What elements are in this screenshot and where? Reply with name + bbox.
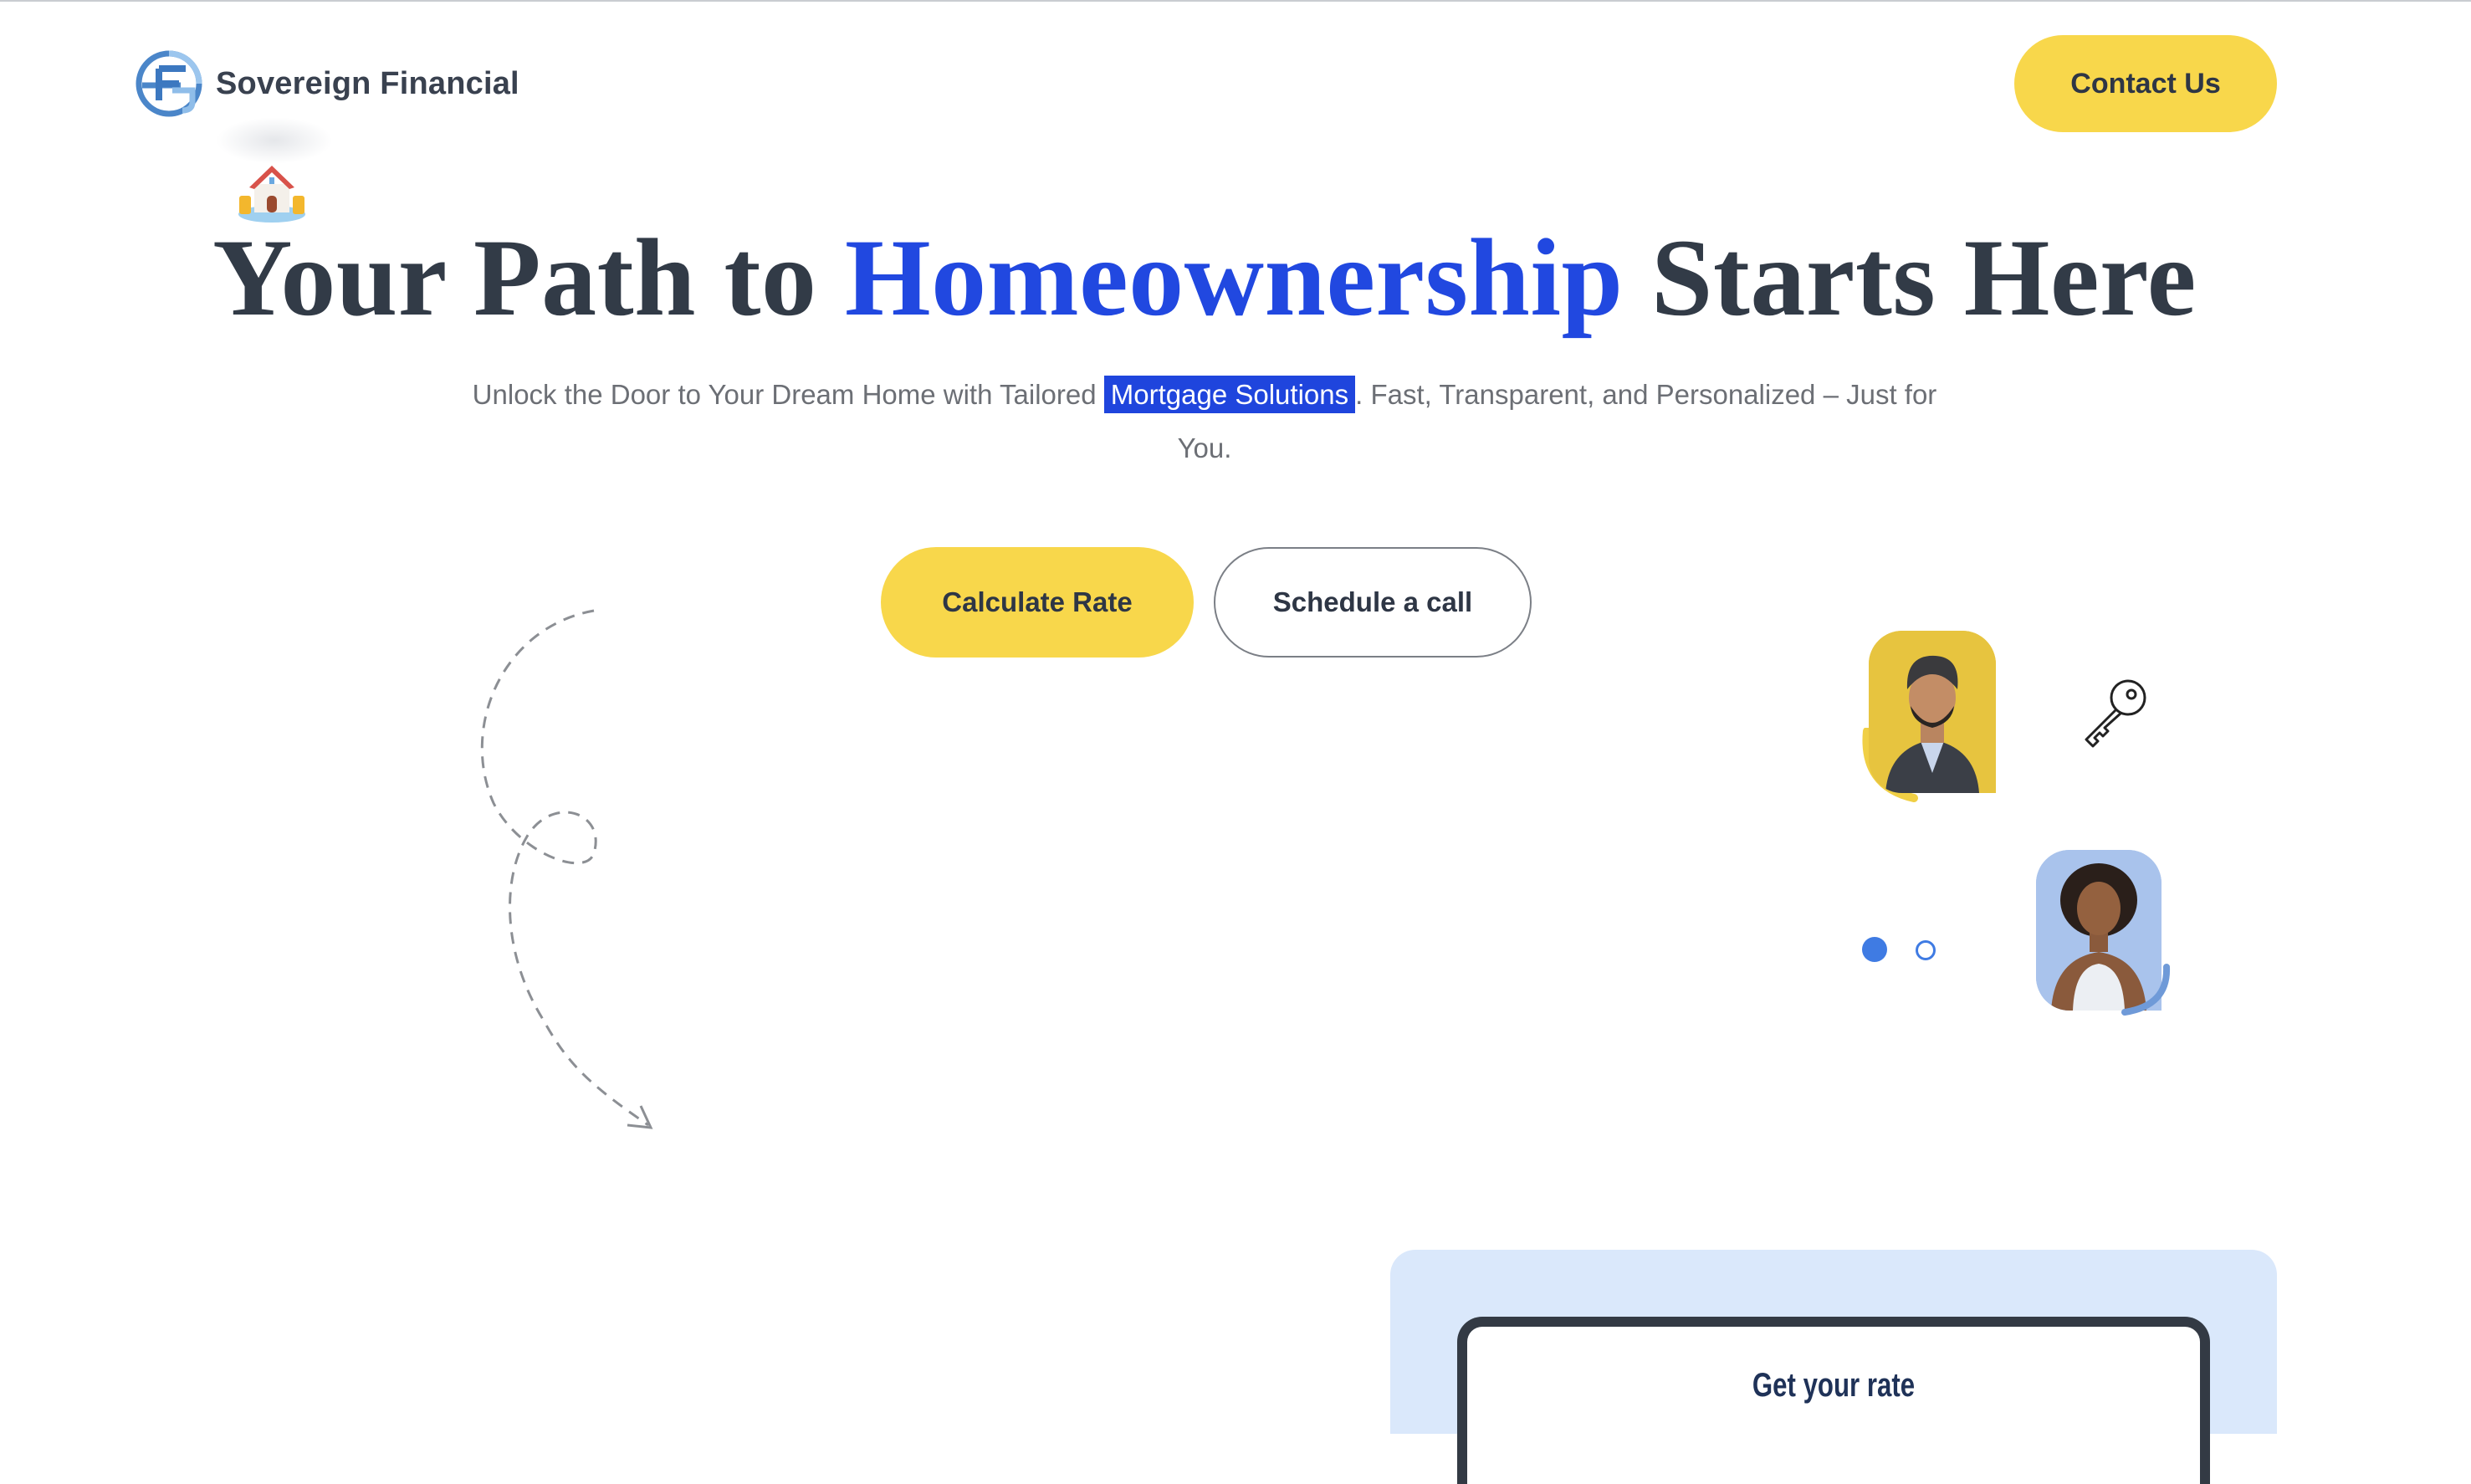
carousel-dot-active[interactable] (1862, 937, 1887, 962)
hero-title: Your Path to Homeownership Starts Here (0, 213, 2409, 341)
hero-title-part2: Starts Here (1623, 216, 2197, 339)
rate-card-device: Get your rate (1457, 1317, 2210, 1484)
carousel-dot[interactable] (1916, 940, 1936, 960)
hero-title-part1: Your Path to (212, 216, 845, 339)
subtitle-before: Unlock the Door to Your Dream Home with … (472, 379, 1104, 410)
brand-logo[interactable]: Sovereign Financial (134, 49, 519, 119)
avatar-accent-arc (2121, 964, 2171, 1016)
top-border (0, 0, 2471, 2)
calculate-rate-button[interactable]: Calculate Rate (881, 547, 1194, 658)
avatar-man-turban (1869, 631, 1996, 793)
house-icon-glow (216, 117, 333, 164)
brand-name: Sovereign Financial (216, 65, 519, 101)
key-icon (2085, 679, 2146, 748)
rate-card-title: Get your rate (1752, 1367, 1916, 1404)
contact-us-button[interactable]: Contact Us (2014, 35, 2277, 132)
subtitle-highlight: Mortgage Solutions (1103, 376, 1356, 413)
schedule-call-button[interactable]: Schedule a call (1214, 547, 1532, 658)
hero-subtitle: Unlock the Door to Your Dream Home with … (452, 368, 1957, 475)
dashed-curly-arrow-icon (480, 609, 653, 1129)
sf-monogram-icon (136, 50, 202, 117)
hero-title-accent: Homeownership (844, 216, 1624, 339)
